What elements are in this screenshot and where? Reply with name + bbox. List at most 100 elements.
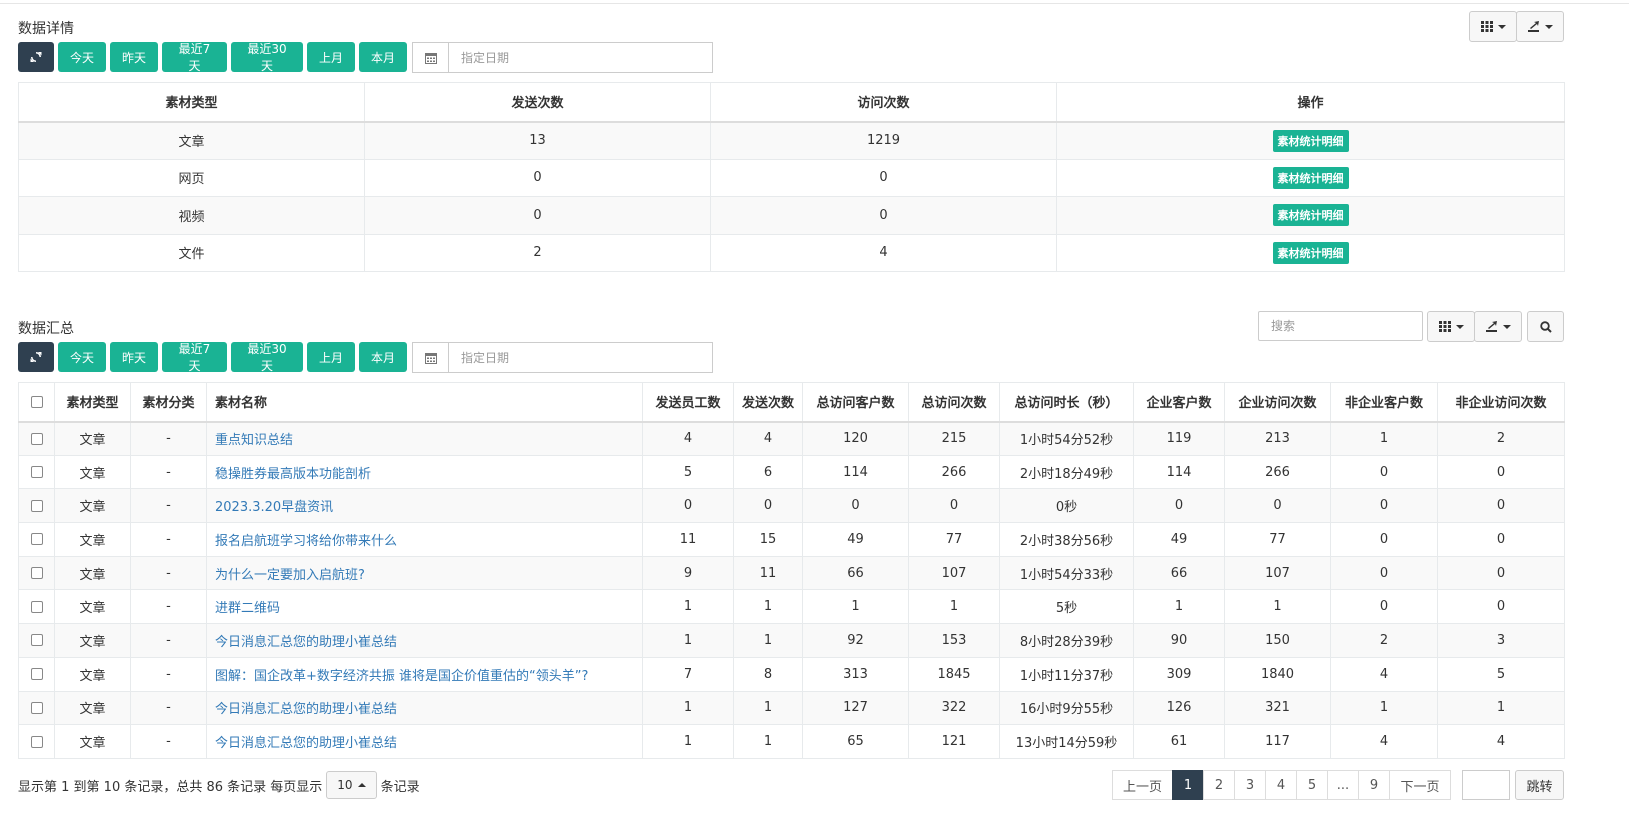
last-month-button[interactable]: 上月: [307, 42, 355, 72]
column-header[interactable]: 素材类型: [18, 82, 365, 123]
material-category: -: [130, 488, 207, 524]
last-month-button[interactable]: 上月: [307, 342, 355, 372]
material-name-link[interactable]: 2023.3.20早盘资讯: [215, 500, 333, 515]
goto-page-button[interactable]: 跳转: [1515, 770, 1564, 800]
column-header[interactable]: 访问次数: [710, 82, 1057, 123]
yesterday-button[interactable]: 昨天: [110, 342, 158, 372]
row-checkbox[interactable]: [30, 735, 43, 748]
row-checkbox[interactable]: [30, 634, 43, 647]
row-checkbox[interactable]: [30, 668, 43, 681]
refresh-button[interactable]: [18, 42, 54, 72]
row-checkbox[interactable]: [30, 432, 43, 445]
last-7-days-button[interactable]: 最近7天: [162, 342, 227, 373]
last-30-days-button[interactable]: 最近30天: [231, 42, 303, 73]
non-corp-customer-count: 0: [1330, 522, 1438, 557]
page-button[interactable]: 1: [1172, 770, 1204, 800]
column-header[interactable]: 企业访问次数: [1224, 382, 1331, 423]
send-count: 0: [364, 158, 711, 197]
material-name-link[interactable]: 为什么一定要加入启航班?: [215, 568, 365, 583]
column-header[interactable]: 素材分类: [130, 382, 207, 423]
goto-page-input[interactable]: [1462, 770, 1510, 800]
corp-visit-count: 77: [1224, 522, 1331, 557]
material-category: -: [130, 454, 207, 490]
row-checkbox[interactable]: [30, 567, 43, 580]
table-row: 文章 - 重点知识总结 4 4 120 215 1小时54分52秒 119 213 1 2: [18, 421, 1565, 456]
row-checkbox[interactable]: [30, 466, 43, 479]
material-type: 文章: [54, 589, 131, 625]
page-button[interactable]: 3: [1234, 770, 1266, 800]
send-count: 1: [733, 589, 803, 625]
material-stats-detail-button[interactable]: 素材统计明细: [1272, 204, 1349, 227]
corp-customer-count: 114: [1133, 454, 1225, 490]
send-count: 13: [364, 121, 711, 160]
select-all-checkbox[interactable]: [30, 395, 43, 408]
total-visit-duration: 1小时54分52秒: [999, 421, 1134, 456]
total-visit-duration: 2小时18分49秒: [999, 454, 1134, 490]
page-size-select[interactable]: 10: [326, 771, 377, 799]
last-30-days-button[interactable]: 最近30天: [231, 342, 303, 373]
column-header[interactable]: 素材名称: [206, 382, 643, 423]
search-input[interactable]: [1258, 311, 1423, 341]
column-header[interactable]: 发送次数: [364, 82, 711, 123]
today-button[interactable]: 今天: [58, 342, 106, 372]
material-name-link[interactable]: 进群二维码: [215, 601, 280, 616]
send-count: 8: [733, 656, 803, 692]
today-button[interactable]: 今天: [58, 42, 106, 72]
yesterday-button[interactable]: 昨天: [110, 42, 158, 72]
date-picker[interactable]: [412, 342, 713, 373]
export-button[interactable]: [1516, 11, 1564, 42]
material-stats-detail-button[interactable]: 素材统计明细: [1272, 129, 1349, 152]
date-picker[interactable]: [412, 42, 713, 73]
send-staff-count: 1: [642, 589, 734, 625]
material-stats-detail-button[interactable]: 素材统计明细: [1272, 241, 1349, 264]
refresh-button[interactable]: [18, 342, 54, 372]
total-visitor-count: 66: [802, 555, 909, 591]
caret-up-icon: [357, 783, 366, 787]
material-name-link[interactable]: 稳操胜券最高版本功能剖析: [215, 467, 371, 482]
prev-page-button[interactable]: 上一页: [1112, 770, 1173, 800]
page-button[interactable]: 4: [1265, 770, 1297, 800]
column-header[interactable]: 总访问客户数: [802, 382, 909, 423]
row-checkbox[interactable]: [30, 499, 43, 512]
column-header[interactable]: 企业客户数: [1133, 382, 1225, 423]
table-row: 文件 2 4 素材统计明细: [18, 233, 1565, 272]
total-visitor-count: 114: [802, 454, 909, 490]
column-header[interactable]: 总访问时长（秒）: [999, 382, 1134, 423]
column-header[interactable]: 素材类型: [54, 382, 131, 423]
this-month-button[interactable]: 本月: [359, 42, 407, 72]
corp-customer-count: 61: [1133, 724, 1225, 759]
material-stats-detail-button[interactable]: 素材统计明细: [1272, 166, 1349, 189]
row-checkbox[interactable]: [30, 600, 43, 613]
material-name-link[interactable]: 今日消息汇总您的助理小崔总结: [215, 635, 397, 650]
total-visitor-count: 1: [802, 589, 909, 625]
material-name-link[interactable]: 图解：国企改革+数字经济共振 谁将是国企价值重估的“领头羊”?: [215, 669, 588, 684]
summary-section-title: 数据汇总: [18, 321, 74, 337]
table-row: 文章 - 今日消息汇总您的助理小崔总结 1 1 65 121 13小时14分59秒 61 117 4…: [18, 724, 1565, 759]
date-input[interactable]: [449, 43, 712, 72]
columns-toggle-button[interactable]: [1427, 311, 1475, 342]
material-name-link[interactable]: 重点知识总结: [215, 433, 293, 448]
columns-toggle-button[interactable]: [1469, 11, 1517, 42]
page-button[interactable]: 9: [1358, 770, 1390, 800]
material-name-link[interactable]: 今日消息汇总您的助理小崔总结: [215, 702, 397, 717]
column-header[interactable]: 发送次数: [733, 382, 803, 423]
page-button[interactable]: 2: [1203, 770, 1235, 800]
column-header[interactable]: 总访问次数: [908, 382, 1000, 423]
export-button[interactable]: [1474, 311, 1522, 342]
next-page-button[interactable]: 下一页: [1389, 770, 1451, 800]
material-category: -: [130, 690, 207, 726]
this-month-button[interactable]: 本月: [359, 342, 407, 372]
last-7-days-button[interactable]: 最近7天: [162, 42, 227, 73]
material-type: 文章: [54, 454, 131, 490]
row-checkbox[interactable]: [30, 533, 43, 546]
column-header[interactable]: 非企业客户数: [1330, 382, 1438, 423]
material-name-link[interactable]: 今日消息汇总您的助理小崔总结: [215, 736, 397, 751]
date-input[interactable]: [449, 343, 712, 372]
material-name-link[interactable]: 报名启航班学习将给你带来什么: [215, 534, 397, 549]
material-type: 文章: [54, 522, 131, 557]
column-header[interactable]: 发送员工数: [642, 382, 734, 423]
row-checkbox[interactable]: [30, 701, 43, 714]
column-header[interactable]: 非企业访问次数: [1437, 382, 1565, 423]
page-button[interactable]: 5: [1296, 770, 1328, 800]
search-button[interactable]: [1527, 311, 1564, 342]
